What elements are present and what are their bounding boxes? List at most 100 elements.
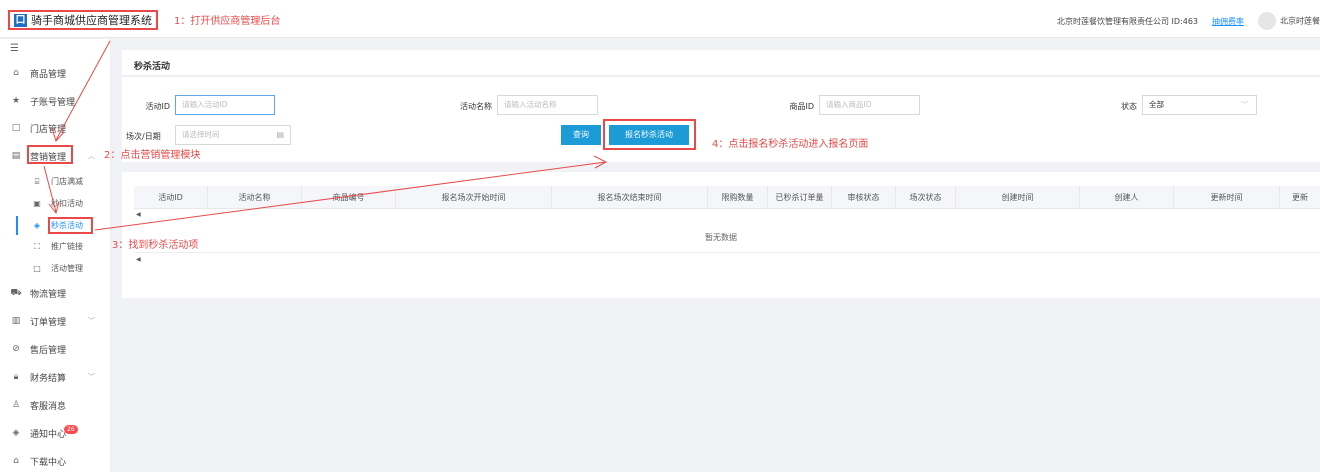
column-header: 报名场次开始时间 (396, 186, 552, 208)
sidebar-item-after-sales[interactable]: ⊘ 售后管理 (0, 338, 111, 360)
status-select[interactable]: 全部 ﹀ (1142, 95, 1257, 115)
date-picker-input[interactable]: 请选择时间 ▤ (175, 125, 291, 145)
sidebar-item-sub-accounts[interactable]: ★ 子账号管理 (0, 90, 111, 112)
speaker-icon: ◈ (12, 428, 20, 438)
square-icon: □ (11, 123, 21, 133)
sidebar-item-label: 通知中心 (30, 429, 67, 440)
sidebar-subitem-promo-link[interactable]: ⛶ 推广链接 (0, 237, 111, 256)
column-header: 商品编号 (302, 186, 396, 208)
sidebar-item-downloads[interactable]: ⌂ 下载中心 (0, 450, 111, 472)
column-header: 审核状态 (832, 186, 896, 208)
empty-state: 暂无数据 (705, 233, 737, 242)
sidebar-item-logistics[interactable]: ⛟ 物流管理 (0, 282, 111, 304)
sidebar-item-label: 客服消息 (30, 401, 67, 412)
sidebar-item-label: 门店满减 (51, 177, 83, 186)
activity-id-label: 活动ID (145, 102, 170, 111)
page-title: 秒杀活动 (122, 50, 1320, 76)
star-icon: ★ (11, 96, 21, 106)
ticket-icon: ⌸ (34, 176, 40, 186)
activity-name-input[interactable]: 请输入活动名称 (497, 95, 598, 115)
chevron-down-icon: ﹀ (88, 373, 95, 381)
sidebar-subitem-store-discount[interactable]: ⌸ 门店满减 (0, 172, 111, 191)
highlight-box-flash-sale (48, 217, 93, 234)
annotation-step4: 4：点击报名秒杀活动进入报名页面 (712, 139, 869, 150)
image-icon: ▣ (33, 199, 41, 208)
sidebar-item-products[interactable]: ⌂ 商品管理 (0, 62, 111, 84)
sidebar-item-stores[interactable]: □ 门店管理 (0, 117, 111, 139)
calendar-icon: ▤ (276, 130, 284, 139)
scan-icon: ⛶ (34, 241, 40, 251)
home-icon: ⌂ (13, 456, 19, 466)
sidebar-item-label: 下载中心 (30, 457, 67, 468)
truck-icon: ⛟ (10, 287, 22, 298)
sidebar-item-customer-service[interactable]: ♙ 客服消息 (0, 394, 111, 416)
column-header: 更新 (1292, 193, 1308, 202)
chevron-up-icon: ︿ (88, 152, 95, 160)
column-header: 限购数量 (708, 186, 768, 208)
sidebar-item-label: 秒扣活动 (51, 199, 83, 208)
logo-icon: 口 (14, 13, 27, 27)
sidebar-item-notifications[interactable]: ◈ 通知中心 26 (0, 422, 111, 444)
column-header: 更新时间 (1174, 186, 1280, 208)
sidebar-item-label: 子账号管理 (30, 97, 76, 108)
sidebar-item-label: 订单管理 (30, 317, 67, 328)
table-header: 活动ID 活动名称 商品编号 报名场次开始时间 报名场次结束时间 限购数量 已秒… (134, 186, 1320, 209)
app-title: 骑手商城供应商管理系统 (31, 14, 152, 27)
column-header: 活动ID (134, 186, 208, 208)
company-name: 北京时莲餐饮管理有限责任公司 ID:463 (1056, 16, 1198, 26)
sidebar-item-label: 活动管理 (51, 264, 83, 273)
column-header: 活动名称 (208, 186, 302, 208)
activity-id-input[interactable]: 请输入活动ID (175, 95, 275, 115)
speaker-icon: ◈ (33, 221, 41, 230)
sidebar-item-label: 物流管理 (30, 289, 67, 300)
divider (134, 252, 1320, 253)
annotation-step2: 2：点击营销管理模块 (104, 150, 201, 161)
user-icon: ♙ (11, 400, 21, 410)
chevron-down-icon: ﹀ (88, 317, 95, 325)
annotation-step1: 1：打开供应商管理后台 (174, 16, 281, 27)
register-flash-sale-button[interactable]: 报名秒杀活动 (609, 125, 689, 145)
column-header: 场次状态 (896, 186, 956, 208)
scroll-left-icon[interactable]: ◀ (136, 256, 141, 263)
user-menu[interactable]: 北京时莲餐 (1258, 12, 1320, 30)
sidebar-item-label: 售后管理 (30, 345, 67, 356)
scroll-left-icon[interactable]: ◀ (136, 211, 141, 218)
date-placeholder: 请选择时间 (182, 130, 220, 139)
product-id-label: 商品ID (789, 102, 814, 111)
sidebar: ☰ ⌂ 商品管理 ★ 子账号管理 □ 门店管理 ▤ 营销管理 ︿ ⌸ 门店满减 … (0, 39, 111, 472)
sidebar-item-label: 推广链接 (51, 242, 83, 251)
chevron-down-icon: ﹀ (1241, 101, 1248, 109)
column-header: 已秒杀订单量 (768, 186, 832, 208)
highlight-box-marketing (27, 145, 73, 164)
activity-name-label: 活动名称 (460, 102, 492, 111)
notification-badge: 26 (64, 424, 78, 434)
search-button[interactable]: 查询 (561, 125, 601, 145)
home-icon: ⌂ (13, 68, 19, 78)
sidebar-subitem-discount-activity[interactable]: ▣ 秒扣活动 (0, 194, 111, 213)
column-header: 创建时间 (956, 186, 1080, 208)
commission-rate-link[interactable]: 抽佣费率 (1212, 16, 1244, 27)
square-icon: □ (33, 264, 41, 273)
date-label: 场次/日期 (126, 132, 161, 141)
sidebar-item-label: 财务结算 (30, 373, 67, 384)
results-table: 活动ID 活动名称 商品编号 报名场次开始时间 报名场次结束时间 限购数量 已秒… (122, 172, 1320, 298)
sidebar-item-finance[interactable]: 🔒︎ 财务结算 ﹀ (0, 366, 111, 388)
column-header: 报名场次结束时间 (552, 186, 708, 208)
user-name: 北京时莲餐 (1280, 16, 1320, 26)
column-header: 创建人 (1080, 186, 1174, 208)
sidebar-item-label: 商品管理 (30, 69, 67, 80)
hamburger-icon[interactable]: ☰ (10, 43, 19, 54)
annotation-step3: 3：找到秒杀活动项 (112, 240, 199, 251)
product-id-input[interactable]: 请输入商品ID (819, 95, 920, 115)
avatar[interactable] (1258, 12, 1276, 30)
status-label: 状态 (1121, 102, 1137, 111)
clipboard-icon: ▥ (11, 316, 21, 326)
app-logo[interactable]: 口 骑手商城供应商管理系统 (8, 10, 158, 30)
header-user-area: 北京时莲餐饮管理有限责任公司 ID:463 抽佣费率 北京时莲餐 (1057, 12, 1320, 30)
sidebar-item-orders[interactable]: ▥ 订单管理 ﹀ (0, 310, 111, 332)
sidebar-item-label: 门店管理 (30, 124, 67, 135)
lock-icon: 🔒︎ (13, 372, 19, 382)
sidebar-subitem-activity-manage[interactable]: □ 活动管理 (0, 259, 111, 278)
calendar-icon: ▤ (11, 151, 21, 161)
check-circle-icon: ⊘ (12, 344, 20, 354)
